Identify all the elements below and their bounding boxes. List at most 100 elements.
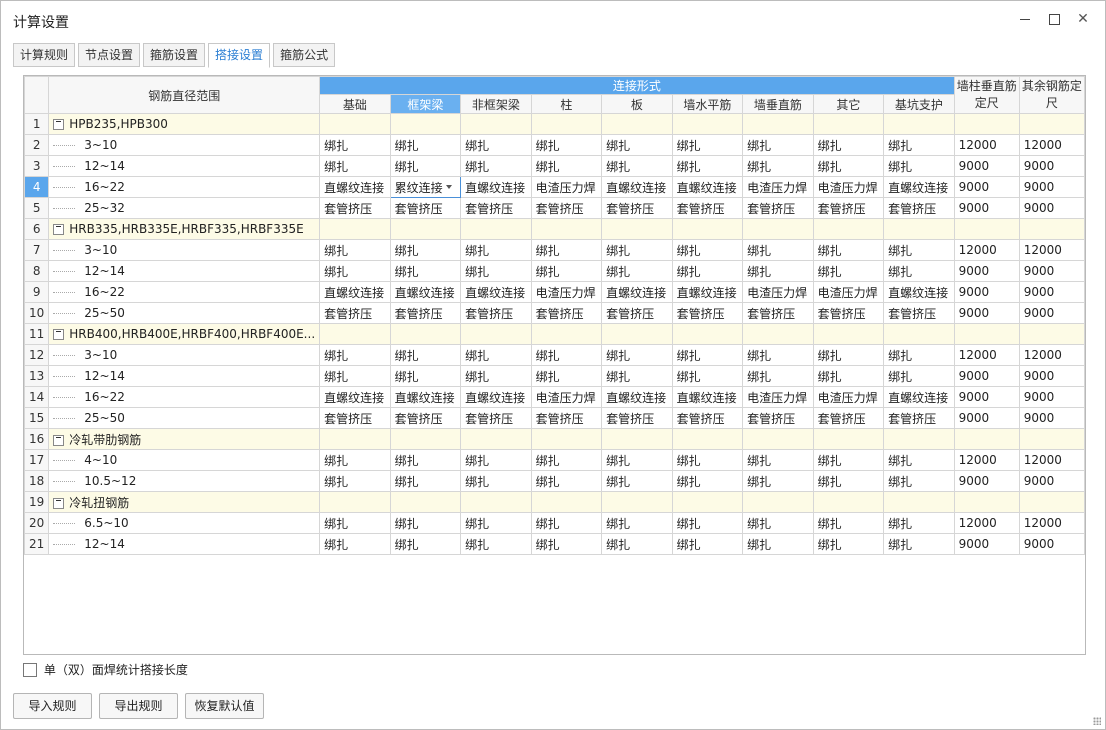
diameter-range-cell[interactable]: 6.5~10: [48, 512, 321, 534]
connection-cell[interactable]: 绑扎: [812, 239, 885, 261]
row-number[interactable]: 9: [24, 281, 50, 303]
group-empty-cell[interactable]: [530, 491, 603, 513]
table-row[interactable]: 21 12~14 绑扎 绑扎 绑扎 绑扎 绑扎 绑扎 绑扎 绑扎 绑扎 9000 9000: [24, 533, 1085, 555]
group-empty-cell[interactable]: [883, 218, 955, 240]
fixed-length-cell[interactable]: 12000: [953, 239, 1020, 261]
connection-cell[interactable]: 绑扎: [319, 365, 391, 387]
connection-cell[interactable]: 绑扎: [601, 449, 673, 471]
connection-cell[interactable]: 绑扎: [389, 134, 462, 156]
connection-cell[interactable]: 绑扎: [883, 533, 955, 555]
connection-cell[interactable]: 绑扎: [742, 470, 814, 492]
group-name-cell[interactable]: 冷轧扭钢筋: [48, 491, 321, 513]
group-empty-cell[interactable]: [601, 323, 673, 345]
diameter-range-cell[interactable]: 25~32: [48, 197, 321, 219]
group-empty-cell[interactable]: [883, 428, 955, 450]
connection-cell[interactable]: 直螺纹连接: [389, 386, 462, 408]
connection-cell[interactable]: 套管挤压: [742, 302, 814, 324]
fixed-length-cell[interactable]: 9000: [953, 533, 1020, 555]
connection-cell[interactable]: 套管挤压: [319, 302, 391, 324]
connection-cell[interactable]: 绑扎: [812, 533, 885, 555]
connection-cell[interactable]: 绑扎: [319, 533, 391, 555]
table-row[interactable]: 13 12~14 绑扎 绑扎 绑扎 绑扎 绑扎 绑扎 绑扎 绑扎 绑扎 9000 9000: [24, 365, 1085, 387]
connection-cell[interactable]: 电渣压力焊: [812, 281, 885, 303]
connection-cell[interactable]: 绑扎: [883, 239, 955, 261]
diameter-range-cell[interactable]: 3~10: [48, 344, 321, 366]
fixed-length-cell[interactable]: 9000: [1018, 407, 1085, 429]
group-empty-cell[interactable]: [671, 491, 744, 513]
connection-cell[interactable]: 套管挤压: [530, 407, 603, 429]
group-empty-cell[interactable]: [319, 323, 391, 345]
connection-cell[interactable]: 直螺纹连接: [883, 281, 955, 303]
group-empty-cell[interactable]: [953, 491, 1020, 513]
collapse-icon[interactable]: [53, 119, 65, 130]
group-empty-cell[interactable]: [1018, 323, 1085, 345]
fixed-length-cell[interactable]: 9000: [1018, 197, 1085, 219]
connection-cell[interactable]: 套管挤压: [389, 197, 462, 219]
group-empty-cell[interactable]: [460, 113, 532, 135]
group-empty-cell[interactable]: [530, 113, 603, 135]
collapse-icon[interactable]: [53, 224, 65, 235]
row-number[interactable]: 17: [24, 449, 50, 471]
diameter-range-cell[interactable]: 25~50: [48, 302, 321, 324]
dropdown-arrow-icon[interactable]: [446, 185, 453, 189]
fixed-length-cell[interactable]: 9000: [953, 470, 1020, 492]
header-range[interactable]: 钢筋直径范围: [48, 76, 321, 114]
connection-cell[interactable]: 绑扎: [742, 512, 814, 534]
connection-cell[interactable]: 绑扎: [812, 260, 885, 282]
fixed-length-cell[interactable]: 9000: [953, 281, 1020, 303]
row-number[interactable]: 14: [24, 386, 50, 408]
group-empty-cell[interactable]: [812, 113, 885, 135]
group-name-cell[interactable]: HRB400,HRB400E,HRBF400,HRBF400E...: [48, 323, 321, 345]
row-number[interactable]: 4: [24, 176, 50, 198]
group-empty-cell[interactable]: [671, 323, 744, 345]
connection-cell[interactable]: 绑扎: [883, 470, 955, 492]
title-bar[interactable]: 计算设置 ✕: [1, 1, 1105, 39]
fixed-length-cell[interactable]: 12000: [953, 344, 1020, 366]
row-number[interactable]: 12: [24, 344, 50, 366]
row-number[interactable]: 20: [24, 512, 50, 534]
fixed-length-cell[interactable]: 12000: [953, 449, 1020, 471]
connection-cell[interactable]: 套管挤压: [530, 197, 603, 219]
group-empty-cell[interactable]: [742, 113, 814, 135]
connection-cell[interactable]: 绑扎: [812, 449, 885, 471]
connection-cell[interactable]: 绑扎: [460, 260, 532, 282]
table-row[interactable]: 5 25~32 套管挤压 套管挤压 套管挤压 套管挤压 套管挤压 套管挤压 套管挤压 套管挤压 套管…: [24, 197, 1085, 219]
header-connection-col[interactable]: 基坑支护: [883, 94, 955, 114]
connection-cell[interactable]: 绑扎: [812, 470, 885, 492]
connection-cell[interactable]: 绑扎: [460, 449, 532, 471]
collapse-icon[interactable]: [53, 497, 65, 509]
tab-stirrup-settings[interactable]: 箍筋设置: [143, 43, 206, 67]
group-empty-cell[interactable]: [389, 218, 462, 240]
connection-cell[interactable]: 绑扎: [319, 470, 391, 492]
diameter-range-cell[interactable]: 12~14: [48, 533, 321, 555]
connection-cell[interactable]: 绑扎: [601, 533, 673, 555]
group-empty-cell[interactable]: [530, 218, 603, 240]
group-empty-cell[interactable]: [319, 428, 391, 450]
weld-lap-option[interactable]: 单（双）面焊统计搭接长度: [23, 661, 188, 677]
header-connection-col[interactable]: 板: [601, 94, 673, 114]
header-connection-col[interactable]: 其它: [812, 94, 885, 114]
resize-grip-icon[interactable]: [1093, 717, 1101, 725]
connection-cell[interactable]: 套管挤压: [883, 407, 955, 429]
connection-cell[interactable]: 绑扎: [319, 449, 391, 471]
header-connection-col[interactable]: 墙水平筋: [671, 94, 744, 114]
group-empty-cell[interactable]: [883, 113, 955, 135]
table-row[interactable]: 8 12~14 绑扎 绑扎 绑扎 绑扎 绑扎 绑扎 绑扎 绑扎 绑扎 9000 9000: [24, 260, 1085, 282]
fixed-length-cell[interactable]: 9000: [1018, 176, 1085, 198]
connection-cell[interactable]: 绑扎: [460, 239, 532, 261]
header-connection-col[interactable]: 非框架梁: [460, 94, 532, 114]
table-row[interactable]: 15 25~50 套管挤压 套管挤压 套管挤压 套管挤压 套管挤压 套管挤压 套管挤压 套管挤压套…: [24, 407, 1085, 429]
connection-cell[interactable]: 套管挤压: [389, 407, 462, 429]
diameter-range-cell[interactable]: 25~50: [48, 407, 321, 429]
connection-cell[interactable]: 绑扎: [742, 134, 814, 156]
table-row[interactable]: 4 16~22 直螺纹连接 累纹连接 直螺纹连接 电渣压力焊 直螺纹连接 直螺纹连接 电渣压力焊…: [24, 176, 1085, 198]
connection-cell[interactable]: 电渣压力焊: [530, 176, 603, 198]
connection-cell[interactable]: 绑扎: [530, 470, 603, 492]
connection-cell[interactable]: 绑扎: [671, 155, 744, 177]
fixed-length-cell[interactable]: 9000: [953, 260, 1020, 282]
diameter-range-cell[interactable]: 16~22: [48, 281, 321, 303]
group-empty-cell[interactable]: [742, 323, 814, 345]
connection-cell[interactable]: 套管挤压: [812, 197, 885, 219]
diameter-range-cell[interactable]: 16~22: [48, 386, 321, 408]
tab-lap-settings[interactable]: 搭接设置: [208, 43, 271, 68]
